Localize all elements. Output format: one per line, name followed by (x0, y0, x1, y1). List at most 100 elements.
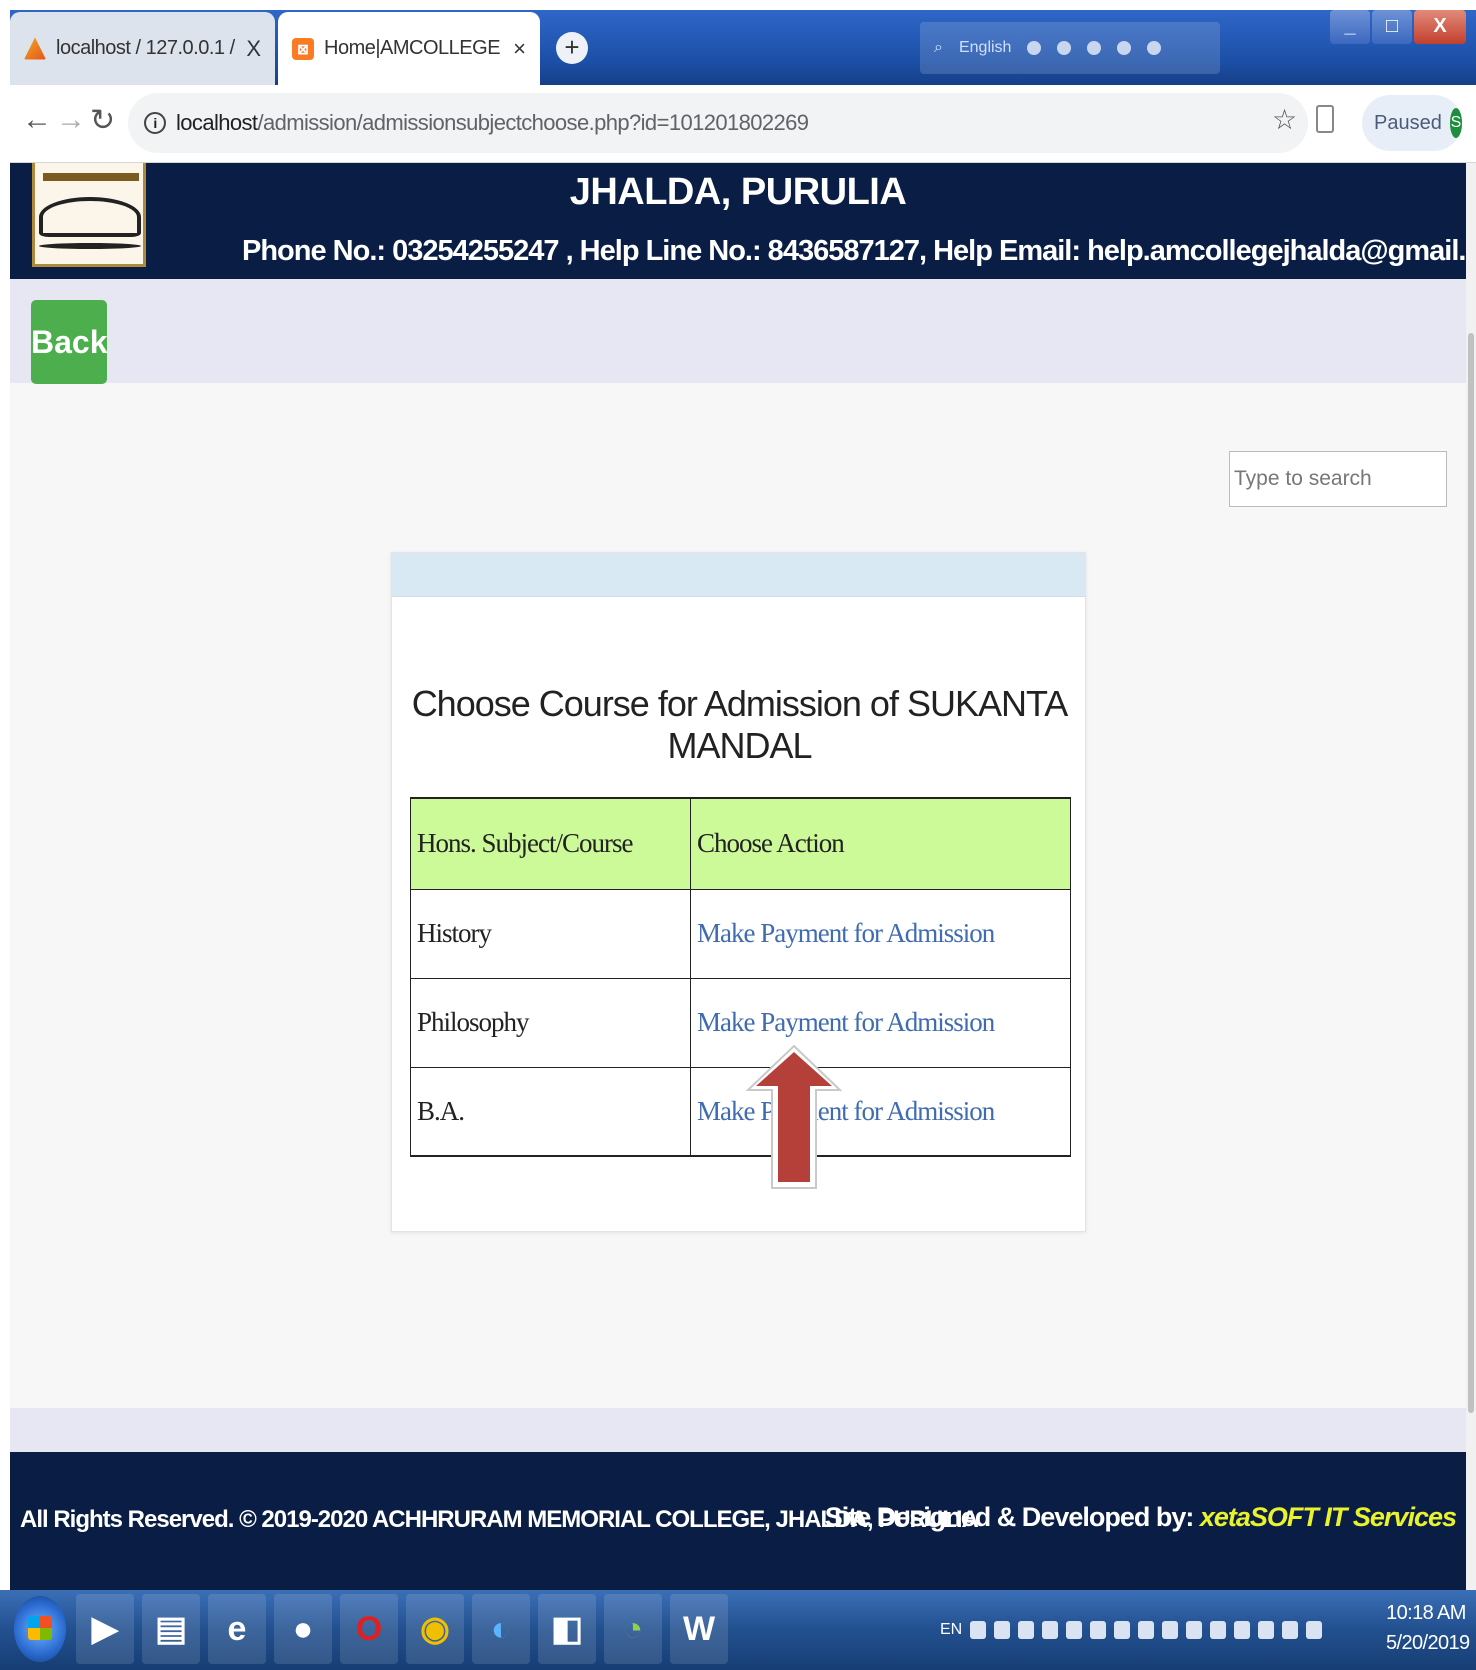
url-host: localhost (176, 110, 258, 135)
word-icon[interactable]: W (670, 1594, 728, 1664)
maximize-button[interactable]: □ (1372, 10, 1412, 44)
logo-detail (39, 243, 141, 249)
card-header (392, 553, 1085, 597)
action-cell: Make Payment for Admission (690, 888, 1071, 979)
tab-amcollege[interactable]: ⊠ Home|AMCOLLEGE × (278, 12, 540, 85)
contact-line: Phone No.: 03254255247 , Help Line No.: … (242, 235, 1466, 267)
tray-app-icon[interactable] (1186, 1621, 1203, 1639)
chrome-icon[interactable]: ◉ (406, 1594, 464, 1664)
firefox-icon[interactable]: ● (274, 1594, 332, 1664)
footer-strip (10, 1408, 1466, 1452)
tab-close-icon[interactable]: X (246, 36, 261, 62)
start-button[interactable] (14, 1596, 66, 1662)
course-selection-card: Choose Course for Admission of SUKANTA M… (391, 552, 1086, 1232)
tray-app-icon[interactable] (970, 1621, 987, 1639)
site-header: JHALDA, PURULIA Phone No.: 03254255247 ,… (10, 163, 1466, 279)
page-scrollbar[interactable] (1466, 163, 1476, 1590)
tray-app-icon[interactable] (1018, 1621, 1035, 1639)
tab-title: localhost / 127.0.0.1 / amcollege (56, 37, 240, 59)
reload-icon[interactable]: ↻ (90, 103, 115, 138)
make-payment-link[interactable]: Make Payment for Admission (697, 1007, 995, 1037)
browser-tab-strip: localhost / 127.0.0.1 / amcollege X ⊠ Ho… (10, 10, 1476, 85)
designed-by-label: Site Designed & Developed by: (824, 1502, 1195, 1532)
make-payment-link[interactable]: Make Payment for Admission (697, 1096, 995, 1126)
new-tab-button[interactable]: + (556, 32, 588, 64)
designed-by-text: Site Designed & Developed by: xetaSOFT I… (824, 1502, 1457, 1533)
system-tray: EN (940, 1612, 1323, 1648)
annotation-up-arrow-icon (745, 1044, 843, 1189)
scrollbar-thumb[interactable] (1468, 333, 1474, 1413)
back-arrow-icon[interactable]: ← (22, 103, 52, 137)
subjects-table: Hons. Subject/Course Choose Action Histo… (410, 797, 1071, 1157)
table-row: History Make Payment for Admission (410, 888, 1071, 979)
file-explorer-icon[interactable]: ▤ (142, 1594, 200, 1664)
toolbar-dot-icon[interactable] (1057, 41, 1072, 55)
tab-close-icon[interactable]: × (513, 36, 526, 62)
tab-title: Home|AMCOLLEGE (324, 37, 501, 59)
profile-status: Paused (1374, 111, 1442, 134)
tray-app-icon[interactable] (994, 1621, 1011, 1639)
toolbar-dot-icon[interactable] (1147, 41, 1162, 55)
close-window-button[interactable]: X (1414, 10, 1466, 44)
bluetooth-icon[interactable] (1306, 1621, 1323, 1639)
minimize-button[interactable]: _ (1330, 10, 1370, 44)
notepad-icon[interactable]: ◧ (538, 1594, 596, 1664)
table-header-row: Hons. Subject/Course Choose Action (410, 797, 1071, 890)
search-tool-icon[interactable]: ⌕ (934, 39, 943, 57)
profile-button[interactable]: Paused S (1362, 95, 1462, 151)
windows-logo-icon (28, 1616, 52, 1640)
network-icon[interactable] (1210, 1621, 1227, 1639)
clock-time: 10:18 AM (1386, 1602, 1466, 1624)
subject-cell: B.A. (410, 1066, 691, 1157)
window-controls: _ □ X (1330, 10, 1466, 44)
subject-cell: Philosophy (410, 977, 691, 1068)
xampp-favicon-icon: ⊠ (292, 37, 314, 60)
tab-phpmyadmin[interactable]: localhost / 127.0.0.1 / amcollege X (10, 12, 275, 85)
tray-app-icon[interactable] (1258, 1621, 1275, 1639)
document-app-icon[interactable]: ◔ (604, 1594, 662, 1664)
browser-toolbar: ← → ↻ i localhost/admission/admissionsub… (10, 85, 1476, 163)
windows-taskbar: ▶ ▤ e ● O ◉ ◐ ◧ ◔ W EN 10:18 AM 5/20/201… (0, 1590, 1476, 1670)
table-row: B.A. Make Payment for Admission (410, 1066, 1071, 1157)
volume-icon[interactable] (1234, 1621, 1251, 1639)
tray-app-icon[interactable] (1114, 1621, 1131, 1639)
site-footer: All Rights Reserved. © 2019-2020 ACHHRUR… (10, 1452, 1466, 1590)
page-viewport: JHALDA, PURULIA Phone No.: 03254255247 ,… (10, 163, 1466, 1590)
language-toolbar[interactable]: ⌕ English (920, 22, 1220, 74)
media-player-icon[interactable]: ▶ (76, 1594, 134, 1664)
extension-icon[interactable] (1316, 105, 1334, 133)
address-bar[interactable]: i localhost/admission/admissionsubjectch… (128, 93, 1308, 153)
taskbar-clock[interactable]: 10:18 AM 5/20/2019 (1386, 1598, 1470, 1658)
back-button[interactable]: Back (31, 300, 108, 384)
internet-explorer-icon[interactable]: e (208, 1594, 266, 1664)
tray-app-icon[interactable] (1042, 1621, 1059, 1639)
tray-app-icon[interactable] (1162, 1621, 1179, 1639)
tray-app-icon[interactable] (1066, 1621, 1083, 1639)
toolbar-dot-icon[interactable] (1027, 41, 1042, 55)
search-input[interactable] (1229, 451, 1447, 507)
make-payment-link[interactable]: Make Payment for Admission (697, 918, 995, 948)
tray-app-icon[interactable] (1138, 1621, 1155, 1639)
url-path: /admission/admissionsubjectchoose.php?id… (257, 110, 809, 135)
table-row: Philosophy Make Payment for Admission (410, 977, 1071, 1068)
tray-app-icon[interactable] (1090, 1621, 1107, 1639)
menu-kebab-icon[interactable]: ⋮ (1465, 103, 1476, 138)
avatar: S (1449, 108, 1462, 138)
bookmark-star-icon[interactable]: ☆ (1272, 103, 1297, 136)
opera-icon[interactable]: O (340, 1594, 398, 1664)
clock-date: 5/20/2019 (1386, 1632, 1470, 1654)
language-indicator[interactable]: EN (940, 1621, 962, 1639)
language-label[interactable]: English (959, 39, 1011, 57)
developer-link[interactable]: xetaSOFT IT Services (1200, 1502, 1457, 1532)
browser-app-icon[interactable]: ◐ (472, 1594, 530, 1664)
flag-icon[interactable] (1282, 1621, 1299, 1639)
phpmyadmin-favicon-icon (24, 37, 46, 60)
site-info-icon[interactable]: i (144, 112, 166, 134)
subject-cell: History (410, 888, 691, 979)
forward-arrow-icon[interactable]: → (56, 103, 86, 137)
card-title: Choose Course for Admission of SUKANTA M… (411, 683, 1069, 766)
column-header: Choose Action (690, 797, 1071, 890)
toolbar-dot-icon[interactable] (1087, 41, 1102, 55)
college-location: JHALDA, PURULIA (569, 171, 907, 213)
toolbar-dot-icon[interactable] (1117, 41, 1132, 55)
